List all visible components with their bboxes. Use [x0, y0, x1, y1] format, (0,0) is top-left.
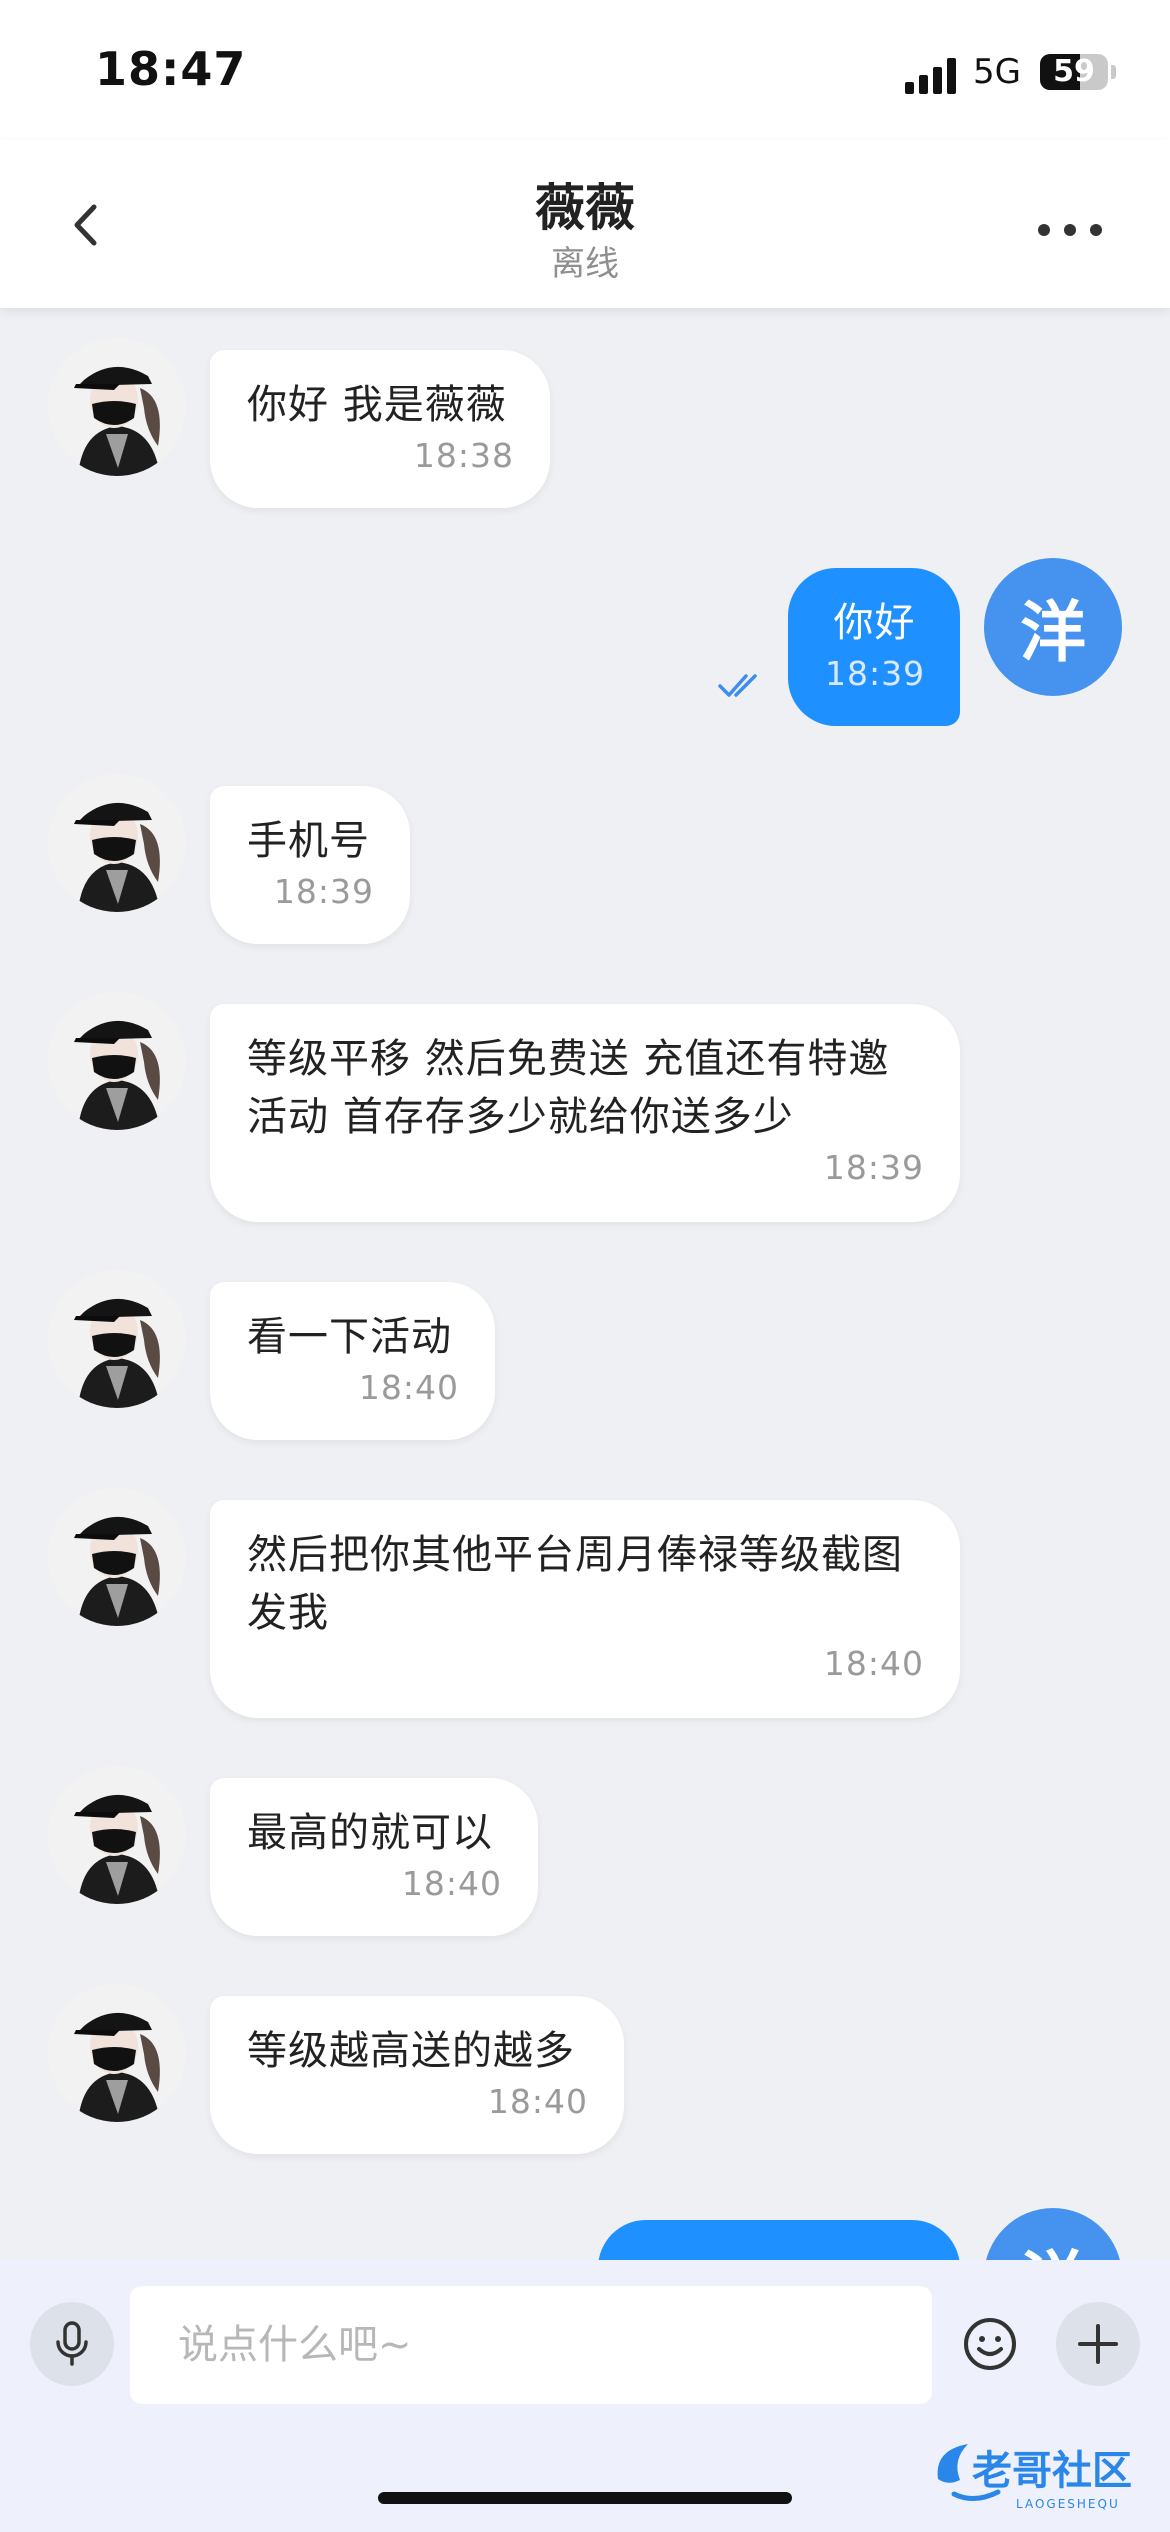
cellular-signal-icon — [905, 58, 961, 94]
network-type: 5G — [973, 52, 1021, 92]
contact-avatar[interactable] — [48, 1270, 186, 1408]
battery-level: 59 — [1053, 54, 1095, 89]
battery-cap — [1111, 65, 1116, 79]
message-time: 18:39 — [825, 654, 926, 693]
message-time: 18:40 — [358, 1368, 459, 1407]
message-time: 18:40 — [401, 1864, 502, 1903]
status-bar: 18:47 5G 59 — [0, 0, 1170, 140]
watermark-logo: 老哥社区 LAOGESHEQU — [928, 2434, 1164, 2516]
message-bubble[interactable]: 手机号 18:39 — [210, 786, 410, 944]
message-text: 手机号 — [247, 818, 370, 864]
message-bubble[interactable]: 等级越高送的越多 18:40 — [210, 1996, 624, 2154]
plus-button[interactable] — [1056, 2302, 1140, 2386]
message-bubble[interactable]: 你好 18:39 — [788, 568, 960, 726]
message-list[interactable]: 你好 我是薇薇 18:38 你好 18:39 洋 手机号 18:39 等级平移 … — [0, 308, 1170, 2260]
contact-avatar[interactable] — [48, 338, 186, 476]
message-text: 然后把你其他平台周月俸禄等级截图发我 — [247, 1532, 903, 1636]
message-time: 18:40 — [823, 1644, 924, 1683]
message-text: 你好 — [833, 600, 916, 646]
message-text: 等级越高送的越多 — [247, 2028, 575, 2074]
home-indicator[interactable] — [378, 2492, 792, 2504]
message-bubble[interactable] — [598, 2220, 960, 2260]
message-text: 看一下活动 — [247, 1314, 452, 1360]
chat-header: 薇薇 离线 — [0, 140, 1170, 308]
microphone-icon — [56, 2321, 88, 2366]
message-time: 18:38 — [413, 436, 514, 475]
smiley-icon — [964, 2318, 1016, 2370]
contact-avatar[interactable] — [48, 1766, 186, 1904]
contact-avatar[interactable] — [48, 774, 186, 912]
status-time: 18:47 — [95, 42, 247, 96]
battery-icon: 59 — [1040, 54, 1108, 90]
emoji-button[interactable] — [948, 2302, 1032, 2386]
plus-icon — [1078, 2324, 1118, 2364]
voice-button[interactable] — [30, 2302, 114, 2386]
message-text: 最高的就可以 — [247, 1810, 493, 1856]
user-avatar[interactable]: 洋 — [984, 2208, 1122, 2260]
message-bubble[interactable]: 最高的就可以 18:40 — [210, 1778, 538, 1936]
contact-avatar[interactable] — [48, 1488, 186, 1626]
svg-text:LAOGESHEQU: LAOGESHEQU — [1016, 2497, 1120, 2511]
contact-status: 离线 — [551, 244, 619, 284]
double-check-icon — [718, 674, 757, 697]
message-text: 等级平移 然后免费送 充值还有特邀活动 首存存多少就给你送多少 — [247, 1036, 890, 1140]
contact-avatar[interactable] — [48, 992, 186, 1130]
more-options-button[interactable] — [1038, 215, 1102, 245]
svg-text:老哥社区: 老哥社区 — [972, 2448, 1132, 2494]
message-bubble[interactable]: 看一下活动 18:40 — [210, 1282, 495, 1440]
user-avatar[interactable]: 洋 — [984, 558, 1122, 696]
message-text: 你好 我是薇薇 — [247, 382, 507, 428]
contact-avatar[interactable] — [48, 1984, 186, 2122]
message-bubble[interactable]: 等级平移 然后免费送 充值还有特邀活动 首存存多少就给你送多少 18:39 — [210, 1004, 960, 1222]
message-time: 18:39 — [273, 872, 374, 911]
message-bubble[interactable]: 然后把你其他平台周月俸禄等级截图发我 18:40 — [210, 1500, 960, 1718]
message-bubble[interactable]: 你好 我是薇薇 18:38 — [210, 350, 550, 508]
more-dots-icon — [1038, 224, 1050, 236]
message-time: 18:40 — [487, 2082, 588, 2121]
contact-name: 薇薇 — [535, 179, 635, 237]
message-time: 18:39 — [823, 1148, 924, 1187]
message-input[interactable] — [130, 2286, 932, 2404]
